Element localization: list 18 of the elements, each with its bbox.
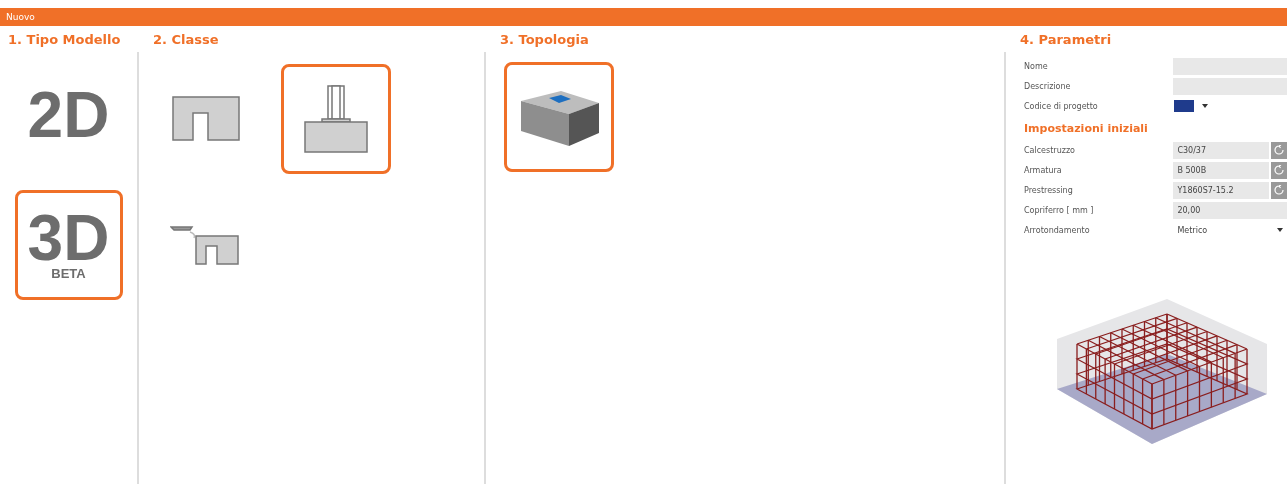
input-field[interactable]: C30/37: [1173, 141, 1270, 159]
field-label: Descrizione: [1023, 81, 1072, 91]
field-label: Nome: [1023, 61, 1049, 71]
field-label: Calcestruzzo: [1023, 145, 1076, 155]
window-title: Nuovo: [0, 8, 1287, 26]
field-label: Codice di progetto: [1023, 101, 1099, 111]
field-label: Arrotondamento: [1023, 225, 1091, 235]
field-label: Copriferro [ mm ]: [1023, 205, 1095, 215]
section-heading: 2. Classe: [152, 30, 220, 49]
section-subheading: Impostazioni iniziali: [1023, 120, 1149, 137]
field-label: Armatura: [1023, 165, 1063, 175]
input-field[interactable]: 20,00: [1173, 201, 1287, 219]
section-heading: 4. Parametri: [1019, 30, 1113, 49]
section-heading: 1. Tipo Modello: [7, 30, 122, 49]
input-field[interactable]: Y1860S7-15.2: [1173, 181, 1270, 199]
input-field[interactable]: B 500B: [1173, 161, 1270, 179]
field-label: Prestressing: [1023, 185, 1074, 195]
section-heading: 3. Topologia: [499, 30, 590, 49]
